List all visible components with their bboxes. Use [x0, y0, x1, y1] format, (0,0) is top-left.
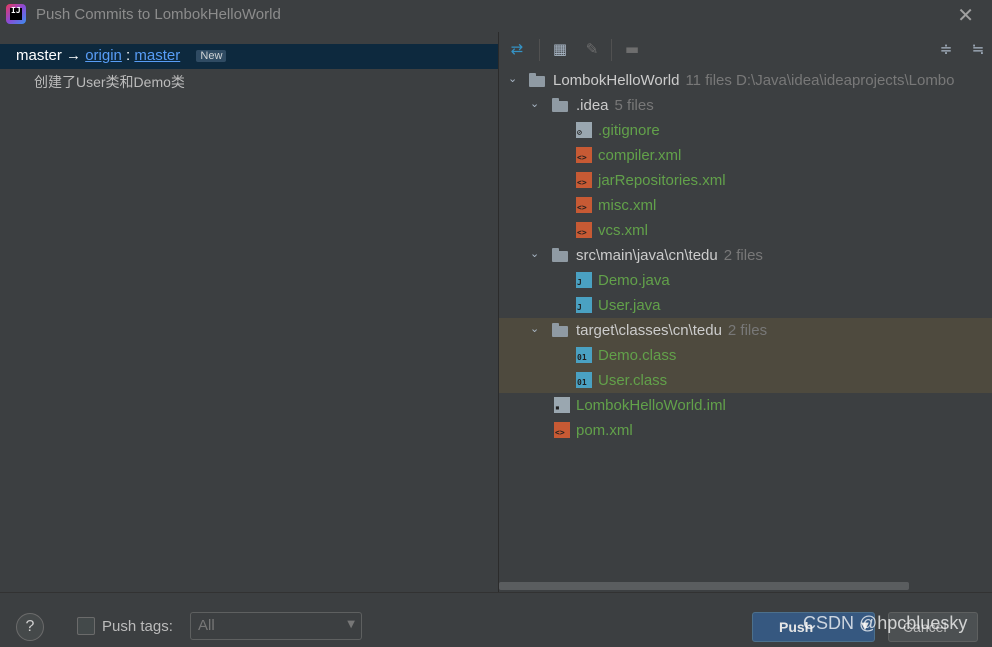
file-name: Demo.java: [598, 272, 670, 289]
commit-message[interactable]: 创建了User类和Demo类: [34, 72, 185, 92]
help-button[interactable]: ?: [16, 613, 44, 641]
title-bar: IJ Push Commits to LombokHelloWorld ✕: [0, 0, 992, 32]
file-name: LombokHelloWorld.iml: [576, 397, 726, 414]
tree-file[interactable]: 01 Demo.class: [499, 343, 992, 368]
tags-select[interactable]: All ▼: [190, 612, 362, 640]
file-name: vcs.xml: [598, 222, 648, 239]
folder-icon: [552, 323, 568, 337]
group-by-icon[interactable]: ▦: [551, 40, 569, 58]
file-name: User.class: [598, 372, 668, 389]
colon: :: [126, 47, 131, 64]
folder-icon: [552, 98, 568, 112]
tree-folder-target[interactable]: ⌄ target\classes\cn\tedu 2 files: [499, 318, 992, 343]
root-name: LombokHelloWorld: [553, 72, 680, 89]
folder-icon: [552, 248, 568, 262]
chevron-down-icon[interactable]: ⌄: [508, 73, 520, 85]
class-file-icon: 01: [576, 372, 592, 388]
java-file-icon: J: [576, 272, 592, 288]
tree-file[interactable]: ⊘ .gitignore: [499, 118, 992, 143]
chevron-down-icon: ▼: [347, 619, 355, 630]
module-folder-icon: [529, 73, 545, 87]
file-name: compiler.xml: [598, 147, 682, 164]
view-options-icon[interactable]: ▬: [623, 40, 641, 58]
file-name: jarRepositories.xml: [598, 172, 726, 189]
expand-all-icon[interactable]: ≑: [937, 40, 955, 58]
folder-name: src\main\java\cn\tedu: [576, 247, 718, 264]
tree-file[interactable]: J User.java: [499, 293, 992, 318]
compare-icon[interactable]: ⇄: [508, 40, 526, 58]
folder-name: target\classes\cn\tedu: [576, 322, 722, 339]
toolbar-separator: [539, 39, 540, 61]
collapse-all-icon[interactable]: ≒: [969, 40, 987, 58]
watermark: CSDN @hpcbluesky: [803, 613, 968, 633]
tags-select-value: All: [198, 617, 215, 634]
tree-file[interactable]: <> vcs.xml: [499, 218, 992, 243]
xml-file-icon: <>: [576, 172, 592, 188]
folder-meta: 2 files: [723, 247, 763, 264]
file-name: pom.xml: [576, 422, 633, 439]
tree-file[interactable]: ▪ LombokHelloWorld.iml: [499, 393, 992, 418]
folder-name: .idea: [576, 97, 609, 114]
tree-folder-src[interactable]: ⌄ src\main\java\cn\tedu 2 files: [499, 243, 992, 268]
java-file-icon: J: [576, 297, 592, 313]
xml-file-icon: <>: [576, 222, 592, 238]
changes-toolbar: ⇄ ▦ ✎ ▬ ≑ ≒: [499, 32, 992, 68]
file-name: .gitignore: [598, 122, 660, 139]
xml-file-icon: <>: [554, 422, 570, 438]
xml-file-icon: <>: [576, 197, 592, 213]
tree-file[interactable]: <> pom.xml: [499, 418, 992, 443]
intellij-idea-icon: IJ: [6, 4, 26, 24]
commits-pane: master → origin : master New 创建了User类和De…: [0, 32, 498, 592]
edit-icon[interactable]: ✎: [583, 40, 601, 58]
dialog-footer: ? Push tags: All ▼ Push ▼ Cancel CSDN @h…: [0, 592, 992, 647]
chevron-down-icon[interactable]: ⌄: [530, 323, 542, 335]
horizontal-scrollbar[interactable]: [499, 582, 909, 590]
xml-file-icon: <>: [576, 147, 592, 163]
file-name: User.java: [598, 297, 661, 314]
local-branch: master: [16, 47, 62, 64]
tree-file[interactable]: <> jarRepositories.xml: [499, 168, 992, 193]
chevron-down-icon[interactable]: ⌄: [530, 98, 542, 110]
iml-file-icon: ▪: [554, 397, 570, 413]
push-tags-label: Push tags:: [102, 618, 173, 635]
new-badge: New: [196, 50, 227, 62]
tree-file[interactable]: <> compiler.xml: [499, 143, 992, 168]
changes-pane: ⇄ ▦ ✎ ▬ ≑ ≒ ⌄ LombokHelloWorld 11 files D…: [499, 32, 992, 592]
push-tags-checkbox[interactable]: [77, 617, 95, 635]
target-branch-link[interactable]: master: [134, 47, 180, 64]
tree-folder-idea[interactable]: ⌄ .idea 5 files: [499, 93, 992, 118]
remote-link[interactable]: origin: [85, 47, 122, 64]
file-name: misc.xml: [598, 197, 657, 214]
folder-meta: 2 files: [727, 322, 768, 339]
branch-row[interactable]: master → origin : master New: [0, 44, 498, 69]
tree-file[interactable]: <> misc.xml: [499, 193, 992, 218]
folder-meta: 5 files: [614, 97, 654, 114]
ignored-file-icon: ⊘: [576, 122, 592, 138]
close-icon[interactable]: ✕: [957, 3, 974, 27]
window-title: Push Commits to LombokHelloWorld: [36, 6, 281, 23]
tree-root[interactable]: ⌄ LombokHelloWorld 11 files D:\Java\idea\…: [499, 68, 992, 93]
file-name: Demo.class: [598, 347, 677, 364]
root-meta: 11 files D:\Java\idea\ideaprojects\Lombo: [685, 72, 955, 89]
arrow: →: [66, 47, 82, 64]
chevron-down-icon[interactable]: ⌄: [530, 248, 542, 260]
class-file-icon: 01: [576, 347, 592, 363]
tree-file[interactable]: 01 User.class: [499, 368, 992, 393]
toolbar-separator: [611, 39, 612, 61]
tree-file[interactable]: J Demo.java: [499, 268, 992, 293]
